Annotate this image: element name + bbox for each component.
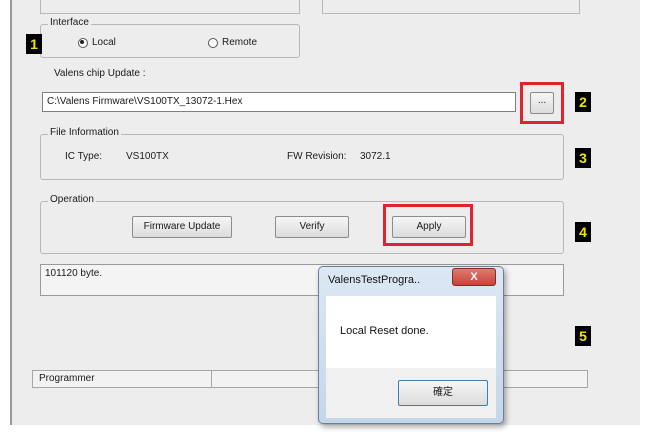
interface-legend: Interface [48,17,91,28]
radio-remote-label: Remote [222,37,258,48]
radio-local-indicator[interactable] [78,37,88,48]
apply-button[interactable]: Apply [392,216,466,238]
fw-revision-label: FW Revision: [287,151,347,162]
dialog-message: Local Reset done. [340,325,429,337]
ic-type-value: VS100TX [126,151,169,162]
firmware-path-field[interactable]: C:\Valens Firmware\VS100TX_13072-1.Hex [42,92,516,112]
marker-1: 1 [26,34,42,54]
browse-button[interactable]: ... [530,92,554,114]
operation-legend: Operation [48,194,96,205]
radio-selected-dot [80,39,84,44]
top-panel-right [322,0,580,14]
fw-revision-value: 3072.1 [360,151,391,162]
dialog-close-button[interactable]: X [452,268,496,286]
marker-2: 2 [575,92,591,112]
marker-5: 5 [575,326,591,346]
radio-local[interactable]: Local [78,37,116,48]
dialog-title: ValensTestProgra.. [328,274,421,286]
status-programmer: Programmer [36,371,212,387]
dialog-ok-button[interactable]: 確定 [398,380,488,406]
marker-4: 4 [575,222,591,242]
log-text: 101120 byte. [45,268,103,279]
chip-update-label: Valens chip Update : [54,68,146,79]
radio-local-label: Local [92,37,116,48]
file-info-legend: File Information [48,127,121,138]
firmware-update-button[interactable]: Firmware Update [132,216,232,238]
radio-remote-indicator[interactable] [208,37,218,48]
radio-remote[interactable]: Remote [208,37,257,48]
ic-type-label: IC Type: [65,151,103,162]
verify-button[interactable]: Verify [275,216,349,238]
top-panel-left [40,0,300,14]
marker-3: 3 [575,148,591,168]
